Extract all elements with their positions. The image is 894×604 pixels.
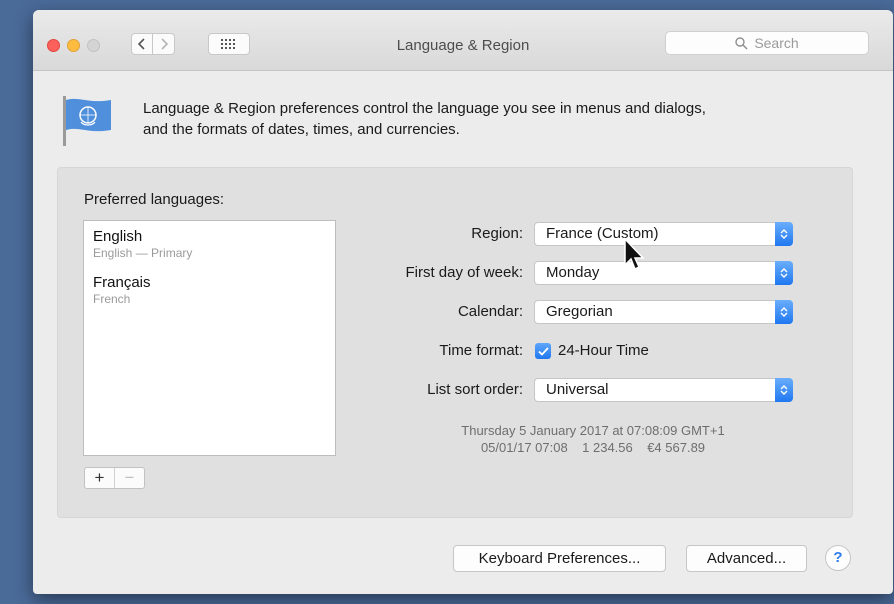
popup-arrows-icon <box>775 261 793 285</box>
mouse-pointer-icon <box>624 237 645 271</box>
calendar-label: Calendar: <box>457 303 523 320</box>
sort-order-label: List sort order: <box>427 381 523 398</box>
description-text: Language & Region preferences control th… <box>143 98 843 140</box>
popup-arrows-icon <box>775 378 793 402</box>
list-item[interactable]: Français French <box>93 274 151 306</box>
keyboard-preferences-button[interactable]: Keyboard Preferences... <box>453 545 666 572</box>
search-icon <box>735 36 748 50</box>
language-list[interactable]: English English — Primary Français Frenc… <box>83 220 336 456</box>
language-name: English <box>93 228 143 245</box>
sample-numbers: 05/01/17 07:08 1 234.56 €4 567.89 <box>480 440 706 455</box>
sort-order-popup[interactable]: Universal <box>534 378 793 402</box>
calendar-value: Gregorian <box>546 303 613 320</box>
add-language-button[interactable]: + <box>85 468 114 488</box>
united-nations-flag-icon <box>63 96 111 146</box>
first-day-popup[interactable]: Monday <box>534 261 793 285</box>
description-line-1: Language & Region preferences control th… <box>143 100 706 117</box>
preferences-window: Language & Region Search Language & Regi… <box>33 10 893 594</box>
language-name: Français <box>93 274 151 291</box>
region-label: Region: <box>471 225 523 242</box>
popup-arrows-icon <box>775 222 793 246</box>
24-hour-checkbox[interactable] <box>535 343 551 359</box>
calendar-popup[interactable]: Gregorian <box>534 300 793 324</box>
sample-date: Thursday 5 January 2017 at 07:08:09 GMT+… <box>461 423 725 438</box>
language-detail: French <box>93 292 131 306</box>
search-field[interactable]: Search <box>665 31 869 55</box>
checkmark-icon <box>537 346 549 356</box>
list-item[interactable]: English English — Primary <box>93 228 192 260</box>
description-line-2: and the formats of dates, times, and cur… <box>143 121 460 138</box>
title-bar: Language & Region Search <box>33 10 893 71</box>
time-format-label: Time format: <box>439 342 523 359</box>
popup-arrows-icon <box>775 300 793 324</box>
first-day-label: First day of week: <box>405 264 523 281</box>
first-day-value: Monday <box>546 264 600 281</box>
region-popup[interactable]: France (Custom) <box>534 222 793 246</box>
preferred-languages-label: Preferred languages: <box>84 191 225 208</box>
sort-order-value: Universal <box>546 381 609 398</box>
language-detail: English — Primary <box>93 246 193 260</box>
add-remove-control: + − <box>84 467 145 489</box>
remove-language-button[interactable]: − <box>114 468 144 488</box>
advanced-button[interactable]: Advanced... <box>686 545 807 572</box>
24-hour-label[interactable]: 24-Hour Time <box>558 342 649 359</box>
search-placeholder: Search <box>754 35 799 51</box>
help-button[interactable]: ? <box>825 545 851 571</box>
